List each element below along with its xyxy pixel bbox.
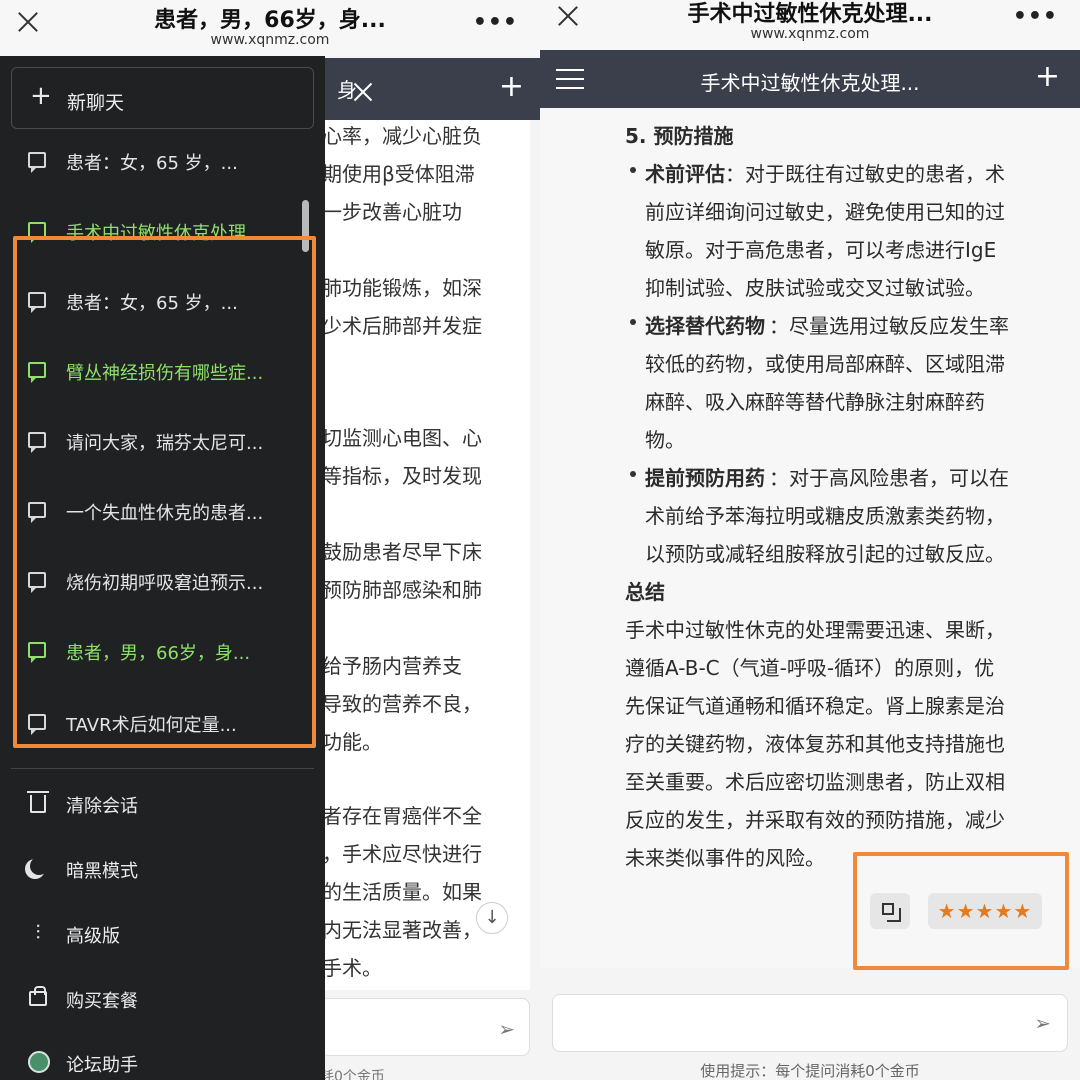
more-options-icon[interactable]: ••• <box>473 10 518 35</box>
background-message-line: 手术。 <box>325 956 382 980</box>
chat-title: 手术中过敏性休克处理... <box>700 71 920 95</box>
close-icon[interactable] <box>14 8 42 36</box>
bullet-dot <box>630 471 636 477</box>
bullet-text-line: 前应详细询问过敏史，避免使用已知的过 <box>645 200 1005 224</box>
new-chat-plus-icon[interactable]: + <box>1035 62 1060 92</box>
browser-url: www.xqnmz.com <box>210 32 330 48</box>
highlight-box <box>13 236 316 748</box>
background-message-line: 心率，减少心脏负 <box>325 124 482 148</box>
background-message-line: 少术后肺部并发症 <box>325 314 482 338</box>
bullet-title: 提前预防用药 <box>645 466 765 490</box>
summary-line: 疗的关键药物，液体复苏和其他支持措施也 <box>625 732 1005 756</box>
summary-line: 先保证气道通畅和循环稳定。肾上腺素是治 <box>625 694 1005 718</box>
summary-line: 至关重要。术后应密切监测患者，防止双相 <box>625 770 1005 794</box>
background-message-line: 的生活质量。如果 <box>325 880 482 904</box>
summary-heading: 总结 <box>625 580 665 604</box>
new-chat-button[interactable]: + 新聊天 <box>11 67 314 129</box>
highlight-box <box>853 852 1069 970</box>
section-heading: 5. 预防措施 <box>625 124 734 148</box>
bag-icon <box>26 985 50 1009</box>
background-message-line: 内无法显著改善， <box>325 918 482 942</box>
background-message-line: 等指标，及时发现 <box>325 464 482 488</box>
plus-icon: + <box>30 81 52 111</box>
usage-hint: 耗0个金币 <box>320 1069 385 1080</box>
conversation-label: 患者：女，65 岁，... <box>66 153 238 174</box>
message-input[interactable]: ➢ <box>552 994 1068 1052</box>
right-screen: 手术中过敏性休克处理... www.xqnmz.com ••• 手术中过敏性休克… <box>540 0 1080 1080</box>
menu-item[interactable]: 暗黑模式 <box>0 845 310 895</box>
sidebar-drawer: + 新聊天 患者：女，65 岁，... 手术中过敏性休克处理... 患者：女，65 … <box>0 56 325 1080</box>
summary-line: 遵循A-B-C（气道-呼吸-循环）的原则，优 <box>625 656 995 680</box>
summary-line: 手术中过敏性休克的处理需要迅速、果断， <box>625 618 1005 642</box>
bullet-title: 术前评估 <box>645 162 725 186</box>
new-chat-plus-icon[interactable]: + <box>499 72 524 102</box>
scroll-down-icon[interactable]: ↓ <box>476 902 508 934</box>
summary-line: 反应的发生，并采取有效的预防措施，减少 <box>625 808 1005 832</box>
send-icon[interactable]: ➢ <box>1034 1011 1051 1035</box>
summary-line: 未来类似事件的风险。 <box>625 846 825 870</box>
menu-label: 高级版 <box>66 926 120 947</box>
trash-icon <box>26 790 50 814</box>
menu-item[interactable]: 清除会话 <box>0 780 310 830</box>
browser-title: 手术中过敏性休克处理... <box>687 2 933 27</box>
bullet-text-line: 以预防或减轻组胺释放引起的过敏反应。 <box>645 542 1005 566</box>
new-chat-label: 新聊天 <box>67 92 125 114</box>
more-options-icon[interactable]: ••• <box>1013 4 1058 29</box>
menu-label: 暗黑模式 <box>66 861 138 882</box>
bullet-title: 选择替代药物 <box>645 314 765 338</box>
send-icon[interactable]: ➢ <box>498 1017 515 1041</box>
bullet-dot <box>630 167 636 173</box>
background-message-line: 者存在胃癌伴不全 <box>325 804 482 828</box>
background-message-line: 肺功能锻炼，如深 <box>325 276 482 300</box>
bullet-text-line: 敏原。对于高危患者，可以考虑进行IgE <box>645 238 997 262</box>
bullet-text-line: ：对于既往有过敏史的患者，术 <box>725 162 1005 186</box>
chat-header: 身 + <box>325 58 540 120</box>
background-message-line: 给予肠内营养支 <box>325 654 462 678</box>
browser-bar: 手术中过敏性休克处理... www.xqnmz.com ••• <box>540 0 1080 50</box>
conversation-item[interactable]: 患者：女，65 岁，... <box>0 137 310 187</box>
bullet-dot <box>630 319 636 325</box>
moon-icon <box>26 855 50 879</box>
background-message-line: 导致的营养不良， <box>325 692 482 716</box>
chat-body-background: 心率，减少心脏负 期使用β受体阻滞 一步改善心脏功 肺功能锻炼，如深 少术后肺部并发症切… <box>325 120 530 990</box>
browser-bar: 患者，男，66岁，身... www.xqnmz.com ••• <box>0 0 540 56</box>
forum-globe-icon <box>26 1049 50 1073</box>
drawer-close-icon[interactable] <box>351 80 375 104</box>
bullet-text-line: 术前给予苯海拉明或糖皮质激素类药物， <box>645 504 1005 528</box>
left-screen: 患者，男，66岁，身... www.xqnmz.com ••• 身 + 心率，减… <box>0 0 540 1080</box>
menu-icon[interactable] <box>556 69 584 89</box>
menu-item[interactable]: ⫶ 高级版 <box>0 910 310 960</box>
close-icon[interactable] <box>554 2 582 30</box>
background-message-line: 一步改善心脏功 <box>325 200 462 224</box>
bullet-text-line: 麻醉、吸入麻醉等替代静脉注射麻醉药 <box>645 390 985 414</box>
menu-label: 论坛助手 <box>66 1055 138 1076</box>
background-message-line: 鼓励患者尽早下床 <box>325 540 482 564</box>
chat-bubble-icon <box>28 152 46 173</box>
background-message-line: 预防肺部感染和肺 <box>325 578 482 602</box>
bullet-text-line: 抑制试验、皮肤试验或交叉过敏试验。 <box>645 276 985 300</box>
bullet-text-line: 物。 <box>645 428 685 452</box>
background-message-line: ，手术应尽快进行 <box>325 842 482 866</box>
sliders-icon: ⫶ <box>35 920 41 944</box>
message-input[interactable]: ➢ <box>320 998 530 1056</box>
usage-hint: 使用提示：每个提问消耗0个金币 <box>700 1062 920 1080</box>
background-message-line: 切监测心电图、心 <box>325 426 482 450</box>
menu-item[interactable]: 论坛助手 <box>0 1039 310 1080</box>
menu-label: 清除会话 <box>66 796 138 817</box>
bullet-text-line: 较低的药物，或使用局部麻醉、区域阻滞 <box>645 352 1005 376</box>
divider <box>11 768 314 769</box>
chat-header: 手术中过敏性休克处理... + <box>540 50 1080 108</box>
menu-item[interactable]: 购买套餐 <box>0 975 310 1025</box>
assistant-message: 5. 预防措施 ★★★★★ 术前评估 ：对于既往有过敏史的患者，术 前应详细询问过敏… <box>540 108 1080 968</box>
bullet-text-line: ：对于高风险患者，可以在 <box>769 466 1009 490</box>
bullet-text-line: ：尽量选用过敏反应发生率 <box>769 314 1009 338</box>
menu-label: 购买套餐 <box>66 991 138 1012</box>
background-message-line: 功能。 <box>325 730 382 754</box>
browser-title: 患者，男，66岁，身... <box>154 8 386 33</box>
background-message-line: 期使用β受体阻滞 <box>325 162 475 186</box>
browser-url: www.xqnmz.com <box>750 26 870 42</box>
